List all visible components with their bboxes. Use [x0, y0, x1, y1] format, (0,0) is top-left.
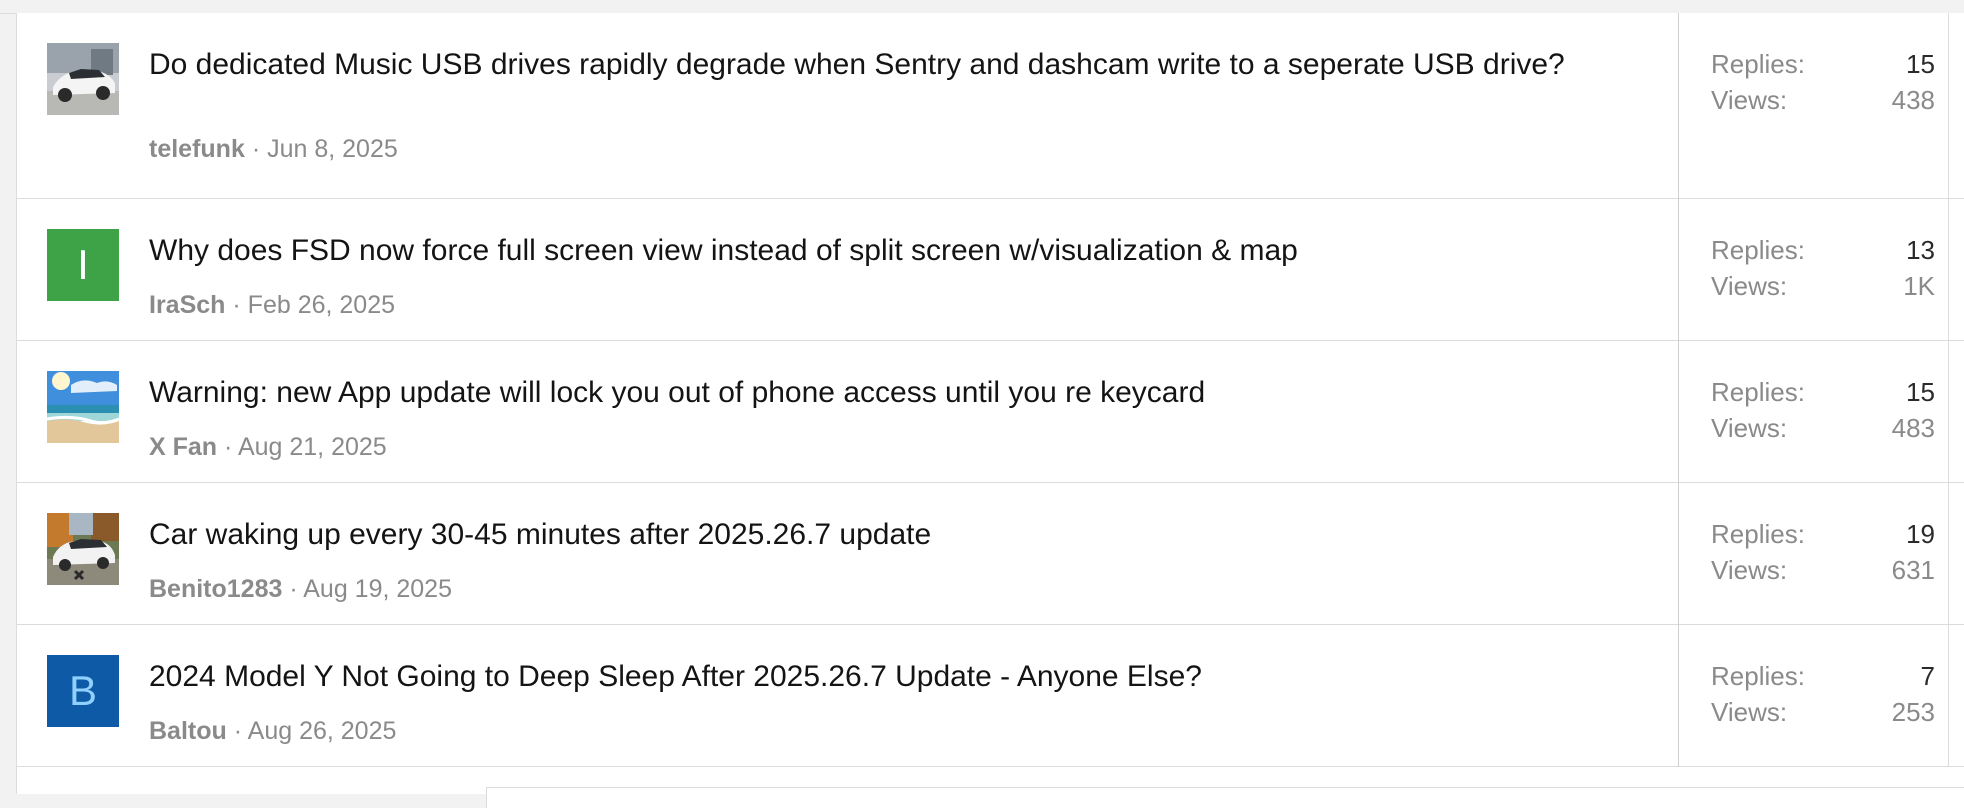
- views-label: Views:: [1711, 271, 1788, 301]
- avatar-letter: I: [77, 241, 89, 288]
- views-count: 438: [1891, 85, 1935, 115]
- right-edge-divider: [1948, 13, 1949, 767]
- thread-title[interactable]: Why does FSD now force full screen view …: [149, 229, 1609, 273]
- replies-count: 15: [1906, 377, 1935, 407]
- meta-separator: ·: [289, 575, 298, 603]
- thread-row: Do dedicated Music USB drives rapidly de…: [17, 13, 1964, 199]
- views-label: Views:: [1711, 697, 1788, 727]
- white-car-photo-icon: [47, 43, 119, 115]
- white-suv-photo-icon: [47, 513, 119, 585]
- thread-date[interactable]: Aug 21, 2025: [238, 433, 387, 461]
- replies-label: Replies:: [1711, 377, 1805, 407]
- beach-photo-icon: [47, 371, 119, 443]
- thread-author[interactable]: Benito1283: [149, 575, 282, 603]
- thread-row: B 2024 Model Y Not Going to Deep Sleep A…: [17, 625, 1964, 767]
- thread-date[interactable]: Feb 26, 2025: [248, 291, 395, 319]
- replies-label: Replies:: [1711, 519, 1805, 549]
- avatar[interactable]: [47, 371, 119, 443]
- thread-row: Car waking up every 30-45 minutes after …: [17, 483, 1964, 625]
- views-label: Views:: [1711, 85, 1788, 115]
- thread-author[interactable]: IraSch: [149, 291, 225, 319]
- avatar[interactable]: B: [47, 655, 119, 727]
- replies-count: 15: [1906, 49, 1935, 79]
- replies-label: Replies:: [1711, 661, 1805, 691]
- thread-author[interactable]: telefunk: [149, 135, 245, 163]
- thread-author[interactable]: Baltou: [149, 717, 227, 745]
- avatar[interactable]: I: [47, 229, 119, 301]
- thread-title[interactable]: Warning: new App update will lock you ou…: [149, 371, 1609, 415]
- replies-label: Replies:: [1711, 235, 1805, 265]
- avatar[interactable]: [47, 513, 119, 585]
- thread-list: Do dedicated Music USB drives rapidly de…: [16, 13, 1964, 767]
- replies-count: 19: [1906, 519, 1935, 549]
- views-count: 253: [1891, 697, 1935, 727]
- replies-count: 13: [1906, 235, 1935, 265]
- meta-separator: ·: [233, 717, 243, 745]
- thread-author[interactable]: X Fan: [149, 433, 217, 461]
- replies-count: 7: [1920, 661, 1935, 691]
- thread-row: Warning: new App update will lock you ou…: [17, 341, 1964, 483]
- thread-title[interactable]: Do dedicated Music USB drives rapidly de…: [149, 43, 1609, 87]
- replies-label: Replies:: [1711, 49, 1805, 79]
- stats-column-divider: [1678, 13, 1679, 767]
- list-footer: [16, 767, 1964, 808]
- thread-date[interactable]: Aug 19, 2025: [303, 575, 452, 603]
- meta-separator: ·: [232, 291, 241, 319]
- views-count: 483: [1891, 413, 1935, 443]
- thread-meta: Baltou · Aug 26, 2025: [149, 717, 396, 746]
- thread-title[interactable]: Car waking up every 30-45 minutes after …: [149, 513, 1609, 557]
- meta-separator: ·: [224, 433, 233, 461]
- views-label: Views:: [1711, 413, 1788, 443]
- thread-meta: Benito1283 · Aug 19, 2025: [149, 575, 452, 604]
- thread-date[interactable]: Jun 8, 2025: [267, 135, 398, 163]
- views-count: 631: [1891, 555, 1935, 585]
- thread-row: I Why does FSD now force full screen vie…: [17, 199, 1964, 341]
- avatar-letter: B: [68, 667, 97, 714]
- footer-box: [486, 787, 1964, 808]
- thread-meta: IraSch · Feb 26, 2025: [149, 291, 395, 320]
- thread-meta: telefunk · Jun 8, 2025: [149, 135, 398, 164]
- views-label: Views:: [1711, 555, 1788, 585]
- thread-title[interactable]: 2024 Model Y Not Going to Deep Sleep Aft…: [149, 655, 1609, 699]
- meta-separator: ·: [251, 135, 261, 163]
- top-bar: [0, 0, 1964, 14]
- views-count: 1K: [1903, 271, 1935, 301]
- thread-date[interactable]: Aug 26, 2025: [248, 717, 397, 745]
- thread-meta: X Fan · Aug 21, 2025: [149, 433, 387, 462]
- avatar[interactable]: [47, 43, 119, 115]
